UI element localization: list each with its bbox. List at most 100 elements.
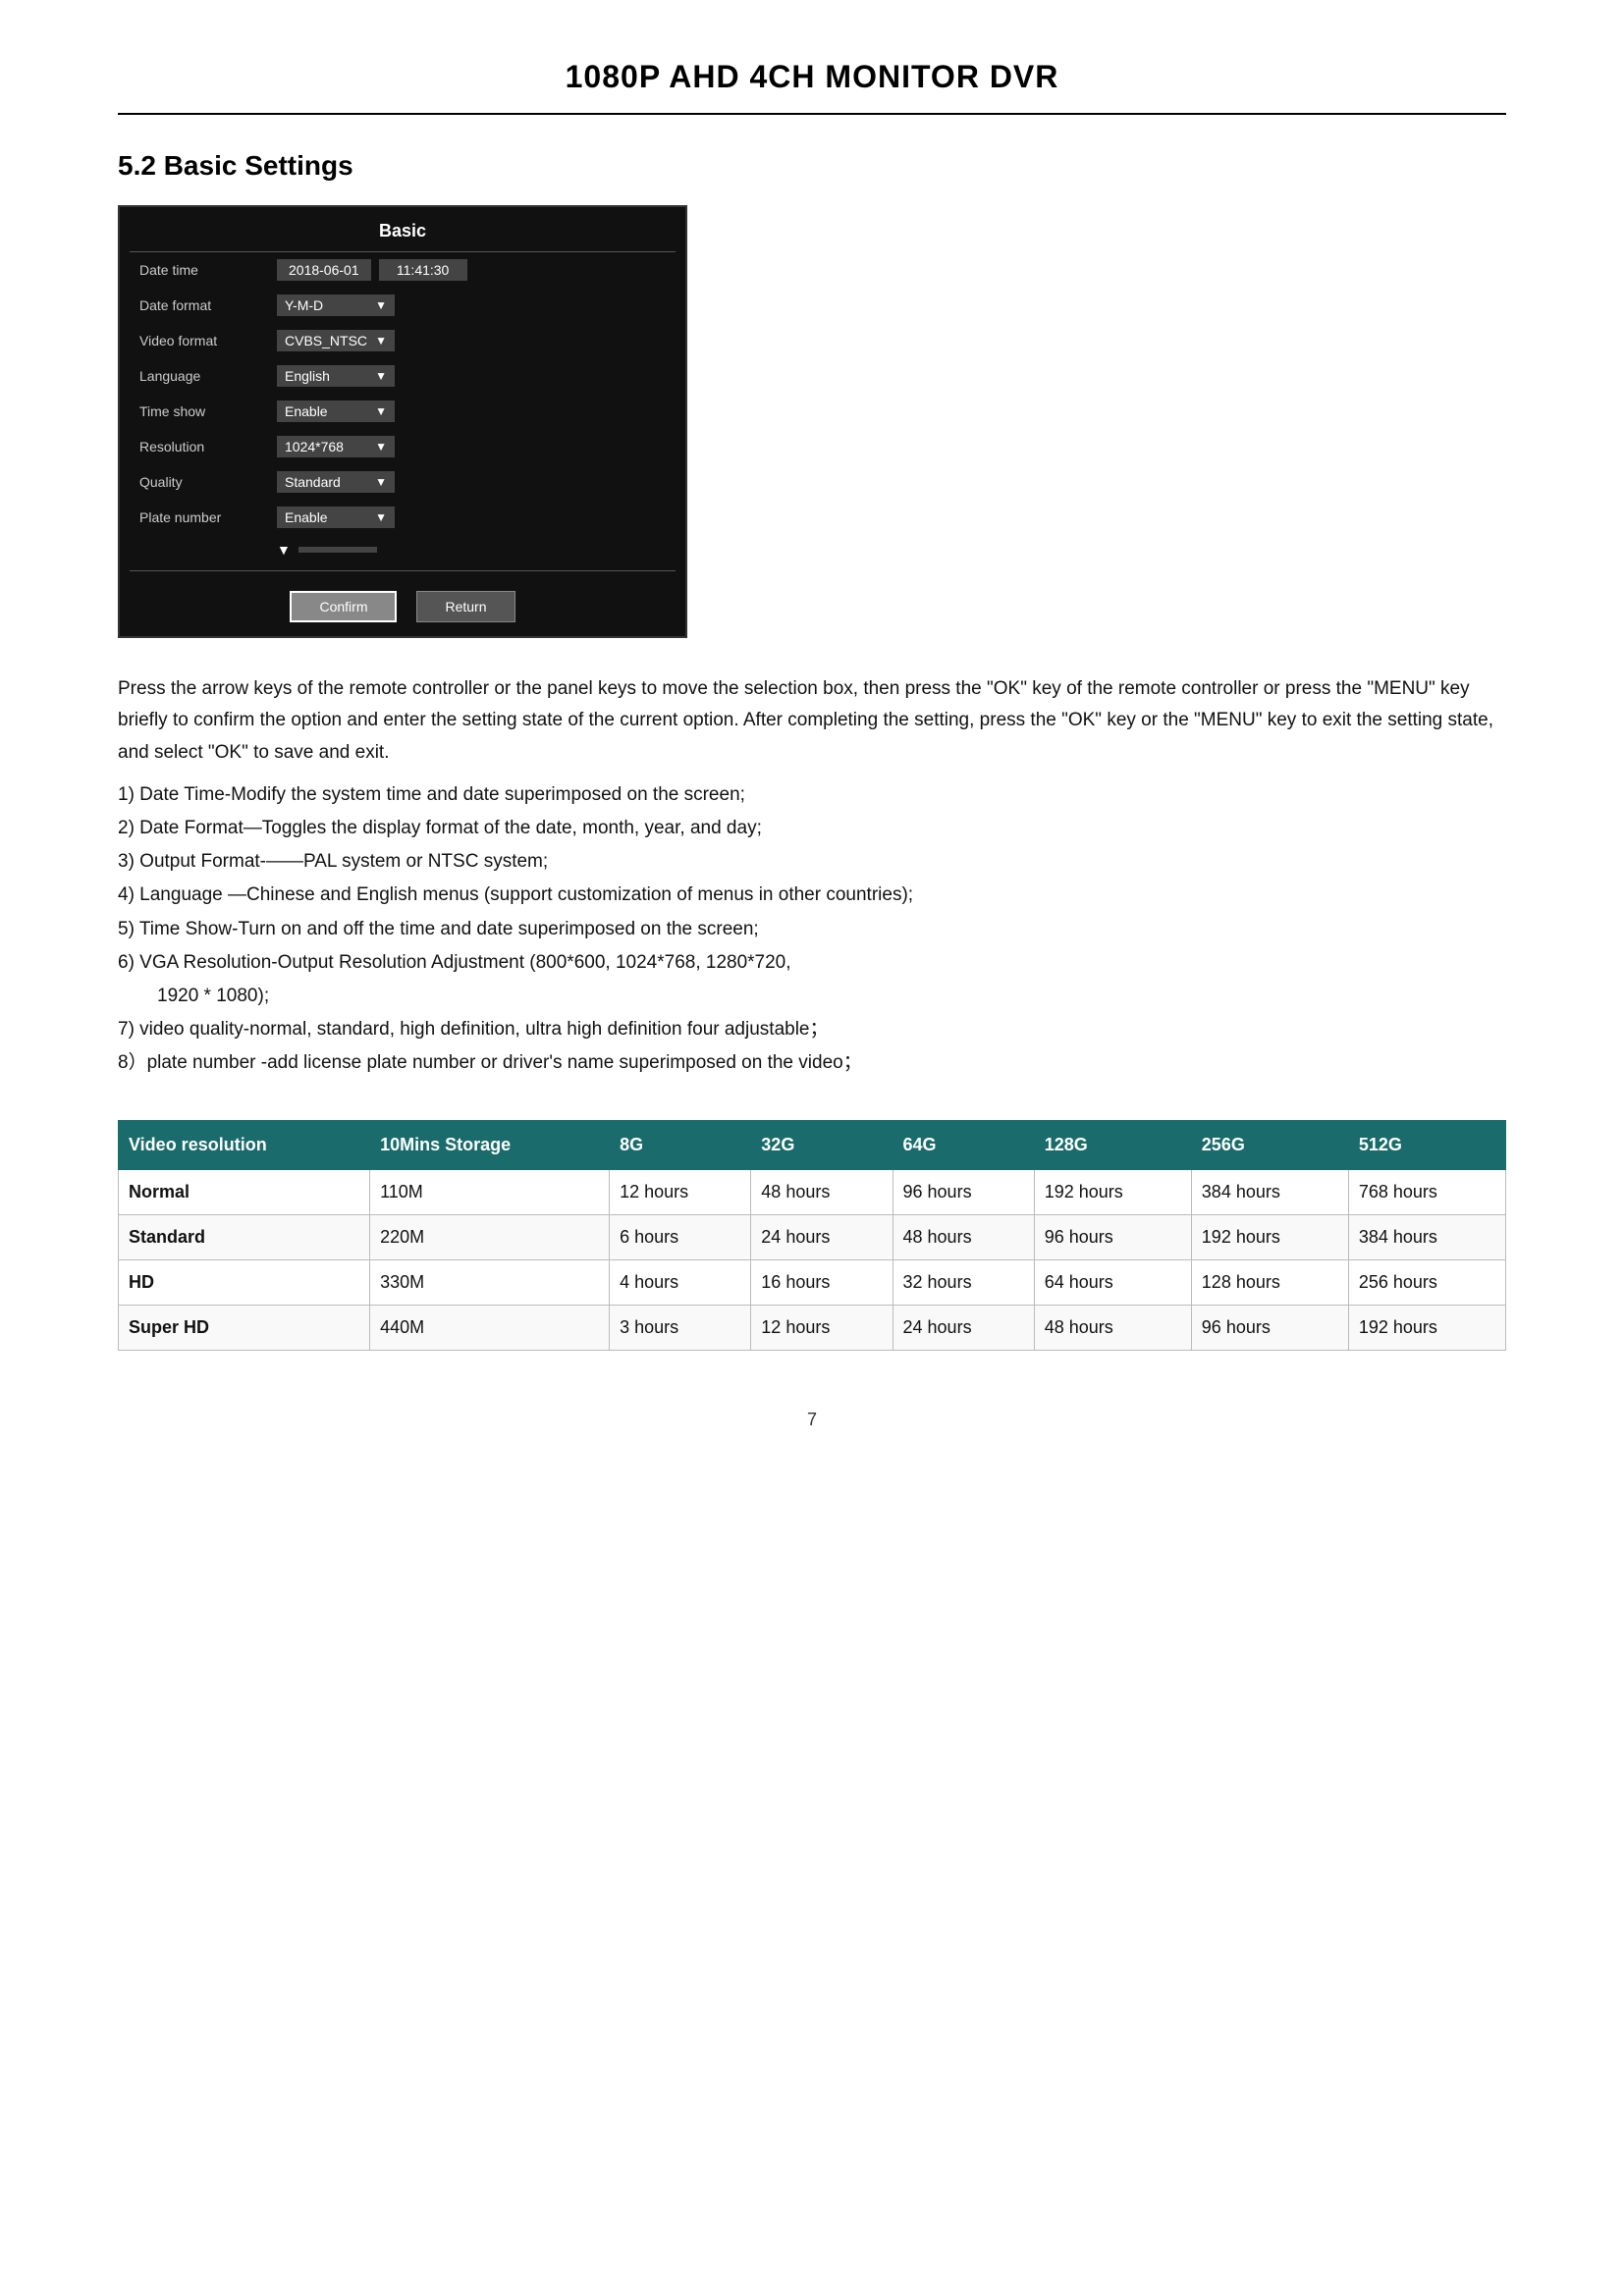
list-item-5: 5) Time Show-Turn on and off the time an… — [118, 913, 1506, 946]
dropdown-arrow-videoformat: ▼ — [375, 334, 387, 347]
table-cell-hd-storage: 330M — [370, 1259, 610, 1305]
dvr-label-timeshow: Time show — [139, 403, 277, 419]
table-row: HD 330M 4 hours 16 hours 32 hours 64 hou… — [119, 1259, 1506, 1305]
table-cell-normal-label: Normal — [119, 1169, 370, 1214]
table-cell-normal-256g: 384 hours — [1191, 1169, 1348, 1214]
section-title: 5.2 Basic Settings — [118, 150, 1506, 182]
dvr-bottom-divider — [130, 570, 676, 571]
table-cell-superhd-256g: 96 hours — [1191, 1305, 1348, 1350]
dvr-row-datetime: Date time 2018-06-01 11:41:30 — [120, 252, 685, 288]
table-cell-standard-512g: 384 hours — [1348, 1214, 1505, 1259]
dvr-dropdown-platenumber[interactable]: Enable ▼ — [277, 507, 395, 528]
list-item-6b: 1920 * 1080); — [157, 980, 1506, 1013]
list-item-7: 7) video quality-normal, standard, high … — [118, 1013, 1506, 1046]
dvr-row-language: Language English ▼ — [120, 358, 685, 394]
table-header-256g: 256G — [1191, 1120, 1348, 1169]
dvr-dropdown-dateformat[interactable]: Y-M-D ▼ — [277, 294, 395, 316]
list-item-6a: 6) VGA Resolution-Output Resolution Adju… — [118, 946, 1506, 980]
dvr-row-platenumber: Plate number Enable ▼ — [120, 500, 685, 535]
dvr-label-datetime: Date time — [139, 262, 277, 278]
table-header-64g: 64G — [893, 1120, 1034, 1169]
table-cell-hd-label: HD — [119, 1259, 370, 1305]
table-cell-normal-8g: 12 hours — [610, 1169, 751, 1214]
list-item-4: 4) Language —Chinese and English menus (… — [118, 879, 1506, 912]
dvr-label-resolution: Resolution — [139, 439, 277, 454]
confirm-button[interactable]: Confirm — [290, 591, 397, 622]
table-cell-hd-8g: 4 hours — [610, 1259, 751, 1305]
dvr-row-resolution: Resolution 1024*768 ▼ — [120, 429, 685, 464]
table-cell-normal-512g: 768 hours — [1348, 1169, 1505, 1214]
table-cell-hd-32g: 16 hours — [751, 1259, 893, 1305]
dvr-row-arrow-only: ▼ — [120, 535, 685, 564]
dvr-row-videoformat: Video format CVBS_NTSC ▼ — [120, 323, 685, 358]
table-cell-superhd-512g: 192 hours — [1348, 1305, 1505, 1350]
dvr-row-timeshow: Time show Enable ▼ — [120, 394, 685, 429]
table-cell-standard-128g: 96 hours — [1034, 1214, 1191, 1259]
table-header-32g: 32G — [751, 1120, 893, 1169]
table-header-128g: 128G — [1034, 1120, 1191, 1169]
top-divider — [118, 113, 1506, 115]
dvr-dropdown-value-dateformat: Y-M-D — [285, 297, 323, 313]
dvr-panel: Basic Date time 2018-06-01 11:41:30 Date… — [118, 205, 687, 638]
table-cell-hd-64g: 32 hours — [893, 1259, 1034, 1305]
dvr-row-quality: Quality Standard ▼ — [120, 464, 685, 500]
dropdown-arrow-quality: ▼ — [375, 475, 387, 489]
table-cell-normal-storage: 110M — [370, 1169, 610, 1214]
table-row: Normal 110M 12 hours 48 hours 96 hours 1… — [119, 1169, 1506, 1214]
table-cell-normal-32g: 48 hours — [751, 1169, 893, 1214]
table-cell-superhd-storage: 440M — [370, 1305, 610, 1350]
dvr-dropdown-value-resolution: 1024*768 — [285, 439, 344, 454]
table-cell-normal-64g: 96 hours — [893, 1169, 1034, 1214]
table-cell-superhd-label: Super HD — [119, 1305, 370, 1350]
dvr-small-arrow-icon: ▼ — [277, 542, 291, 558]
table-cell-standard-storage: 220M — [370, 1214, 610, 1259]
table-cell-normal-128g: 192 hours — [1034, 1169, 1191, 1214]
table-cell-standard-32g: 24 hours — [751, 1214, 893, 1259]
dropdown-arrow-platenumber: ▼ — [375, 510, 387, 524]
table-cell-standard-256g: 192 hours — [1191, 1214, 1348, 1259]
table-cell-superhd-8g: 3 hours — [610, 1305, 751, 1350]
table-header-storage: 10Mins Storage — [370, 1120, 610, 1169]
table-cell-superhd-64g: 24 hours — [893, 1305, 1034, 1350]
dvr-panel-title: Basic — [120, 207, 685, 251]
storage-table: Video resolution 10Mins Storage 8G 32G 6… — [118, 1120, 1506, 1351]
dvr-dropdown-timeshow[interactable]: Enable ▼ — [277, 400, 395, 422]
table-header-resolution: Video resolution — [119, 1120, 370, 1169]
table-cell-standard-8g: 6 hours — [610, 1214, 751, 1259]
table-cell-hd-512g: 256 hours — [1348, 1259, 1505, 1305]
dvr-label-platenumber: Plate number — [139, 509, 277, 525]
dvr-extra-dropdown[interactable] — [298, 547, 377, 553]
list-item-8: 8）plate number -add license plate number… — [118, 1046, 1506, 1080]
table-cell-superhd-128g: 48 hours — [1034, 1305, 1191, 1350]
dvr-button-row: Confirm Return — [120, 577, 685, 636]
dvr-label-language: Language — [139, 368, 277, 384]
table-cell-standard-label: Standard — [119, 1214, 370, 1259]
dvr-dropdown-language[interactable]: English ▼ — [277, 365, 395, 387]
list-item-1: 1) Date Time-Modify the system time and … — [118, 778, 1506, 812]
body-paragraph: Press the arrow keys of the remote contr… — [118, 673, 1506, 769]
dvr-dropdown-videoformat[interactable]: CVBS_NTSC ▼ — [277, 330, 395, 351]
dvr-date[interactable]: 2018-06-01 — [277, 259, 371, 281]
table-header-512g: 512G — [1348, 1120, 1505, 1169]
dropdown-arrow-dateformat: ▼ — [375, 298, 387, 312]
dvr-row-dateformat: Date format Y-M-D ▼ — [120, 288, 685, 323]
dvr-time[interactable]: 11:41:30 — [379, 259, 467, 281]
return-button[interactable]: Return — [416, 591, 514, 622]
dvr-label-dateformat: Date format — [139, 297, 277, 313]
page-title: 1080P AHD 4CH MONITOR DVR — [118, 59, 1506, 95]
table-row: Super HD 440M 3 hours 12 hours 24 hours … — [119, 1305, 1506, 1350]
dvr-dropdown-value-platenumber: Enable — [285, 509, 328, 525]
dvr-value-datetime: 2018-06-01 11:41:30 — [277, 259, 467, 281]
dropdown-arrow-resolution: ▼ — [375, 440, 387, 454]
table-cell-hd-256g: 128 hours — [1191, 1259, 1348, 1305]
table-row: Standard 220M 6 hours 24 hours 48 hours … — [119, 1214, 1506, 1259]
dvr-dropdown-resolution[interactable]: 1024*768 ▼ — [277, 436, 395, 457]
table-cell-standard-64g: 48 hours — [893, 1214, 1034, 1259]
dvr-label-videoformat: Video format — [139, 333, 277, 348]
dvr-dropdown-value-quality: Standard — [285, 474, 341, 490]
dvr-dropdown-quality[interactable]: Standard ▼ — [277, 471, 395, 493]
dvr-label-quality: Quality — [139, 474, 277, 490]
dvr-dropdown-value-videoformat: CVBS_NTSC — [285, 333, 367, 348]
list-item-2: 2) Date Format—Toggles the display forma… — [118, 812, 1506, 845]
dropdown-arrow-timeshow: ▼ — [375, 404, 387, 418]
